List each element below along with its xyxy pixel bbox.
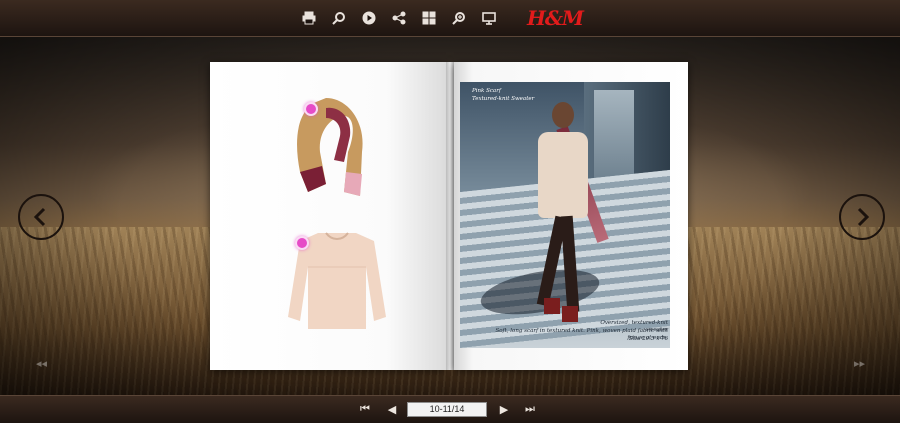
autoplay-button[interactable] [357,6,381,30]
next-page-button[interactable] [839,194,885,240]
zoom-icon [452,12,465,25]
grid-icon [422,11,436,25]
fast-forward-icon[interactable]: ▸▸ [854,357,865,370]
book-spine [446,62,454,370]
photo-caption-title: Pink Scarf [472,88,501,94]
previous-page-button[interactable] [18,194,64,240]
prev-page-button[interactable]: ◀ [384,402,400,416]
left-page[interactable] [210,62,446,370]
toolbar-buttons [297,6,507,30]
fullscreen-button[interactable] [477,6,501,30]
reader-stage: ◂◂ ▸▸ Pink Scarf Textured-knit Sweater O… [0,37,900,395]
last-page-button[interactable]: ⏭ [522,402,538,416]
scarf-product-image[interactable] [286,92,366,202]
print-icon [302,11,316,25]
zoom-button[interactable] [447,6,471,30]
share-icon [392,11,406,25]
brand-logo[interactable]: H&M [527,5,584,31]
page-number-field[interactable]: 10-11/14 [407,402,487,417]
chevron-right-icon [857,207,870,227]
photo-caption-bottom-3: Size 29.5 x 76 [628,336,668,342]
photo-head [552,102,574,128]
product-hotspot-scarf[interactable] [304,102,318,116]
photo-caption-subtitle: Textured-knit Sweater [472,96,535,102]
first-page-button[interactable]: ⏮ [357,402,373,416]
thumbnails-button[interactable] [417,6,441,30]
photo-boot-left [544,298,560,314]
share-button[interactable] [387,6,411,30]
product-hotspot-sweater[interactable] [295,236,309,250]
flipbook[interactable]: Pink Scarf Textured-knit Sweater Oversiz… [210,62,688,370]
play-icon [362,11,376,25]
photo-window [594,90,634,180]
search-button[interactable] [327,6,351,30]
print-button[interactable] [297,6,321,30]
search-icon [332,12,345,25]
model-photo[interactable]: Pink Scarf Textured-knit Sweater Oversiz… [460,82,670,348]
monitor-icon [482,12,496,25]
next-page-small-button[interactable]: ▶ [496,402,512,416]
rewind-icon[interactable]: ◂◂ [36,357,47,370]
photo-sweater [538,132,588,218]
photo-boot-right [562,306,578,322]
bottom-navigation-bar: ⏮ ◀ 10-11/14 ▶ ⏭ [0,395,900,423]
top-toolbar: H&M [0,0,900,37]
chevron-left-icon [33,207,46,227]
